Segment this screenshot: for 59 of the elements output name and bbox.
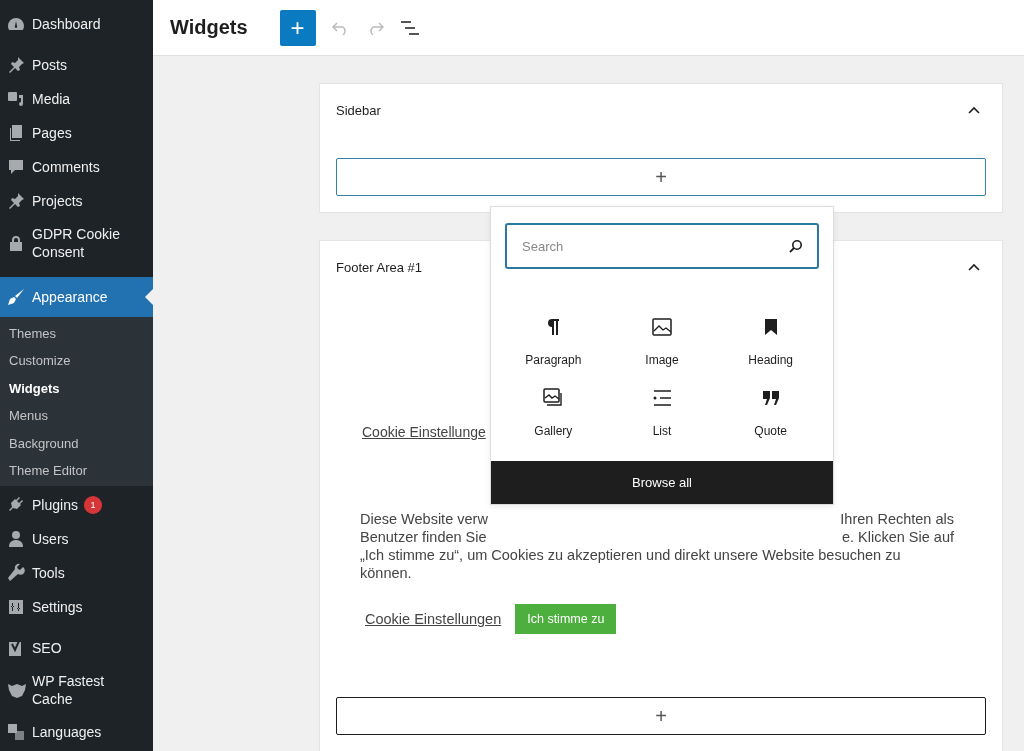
paragraph-text: e. Klicken Sie auf [841,528,954,546]
search-icon [789,239,803,253]
menu-item[interactable]: Settings [0,590,153,625]
add-block-appender[interactable]: + [336,697,986,735]
widget-area-title: Sidebar [336,102,381,118]
menu-item[interactable]: Projects [0,184,153,218]
menu-item[interactable]: Appearance [0,277,153,317]
menu-item[interactable]: Users [0,522,153,557]
brush-icon [6,287,26,307]
submenu-item[interactable]: Themes [0,320,153,348]
image-icon [652,318,672,336]
count-badge: 1 [83,496,102,515]
menu-item[interactable]: Pages [0,116,153,150]
menu-item[interactable]: WP Fastest Cache [0,665,153,716]
menu-item[interactable]: GDPR Cookie Consent [0,218,153,268]
block-type-button[interactable]: Paragraph [499,317,608,367]
menu-item[interactable]: Media [0,82,153,116]
widget-area-title: Footer Area #1 [336,259,422,275]
paragraph-text: „Ich stimme zu“, um Cookies zu akzeptieren und direkt unsere Website besuchen zu [360,546,901,564]
chevron-icon[interactable] [968,263,980,271]
block-type-button[interactable]: Quote [716,388,825,438]
paragraph-text: Ihren Rechten als [840,510,954,528]
submenu-item[interactable]: Theme Editor [0,457,153,485]
user-icon [6,529,26,550]
speech-bubble-icon [6,157,26,177]
paragraph-icon [546,318,561,336]
submenu-item[interactable]: Widgets [0,374,153,403]
chevron-icon[interactable] [968,106,980,114]
paragraph-text: können. [360,564,412,582]
add-block-button[interactable]: + [279,9,316,46]
menu-item[interactable]: Posts [0,48,153,82]
menu-item[interactable]: Dashboard [0,0,153,41]
block-type-button[interactable]: List [607,388,717,438]
page-title: Widgets [170,16,248,39]
gallery-icon [543,388,564,408]
submenu-item[interactable]: Menus [0,402,153,430]
search-field[interactable]: Search [505,223,819,269]
menu-item[interactable]: Plugins 1 [0,488,153,523]
list-view-icon[interactable] [399,19,420,36]
wrench-icon [6,563,26,584]
cookie-settings-link[interactable]: Cookie Einstellungen [365,611,502,627]
add-block-appender[interactable]: + [336,158,986,196]
cookie-settings-link[interactable]: Cookie Einstellunge [362,424,486,440]
block-type-button[interactable]: Heading [716,317,825,367]
menu-item[interactable]: Tools [0,556,153,591]
block-type-button[interactable]: Image [607,317,717,367]
menu-item[interactable]: Comments [0,150,153,184]
submenu-item[interactable]: Customize [0,347,153,375]
media-icon [6,89,26,109]
block-type-button[interactable]: Gallery [499,388,608,438]
list-icon [652,390,672,406]
paragraph-text: Benutzer finden Sie [360,528,487,546]
menu-item[interactable]: SEO [0,631,153,666]
quote-icon [761,390,780,406]
browse-all-button[interactable]: Browse all [491,461,833,504]
menu-item[interactable]: Languages [0,715,153,750]
paragraph-text: Diese Website verw [360,510,488,528]
bookmark-icon [764,319,777,335]
submenu-item[interactable]: Background [0,429,153,458]
